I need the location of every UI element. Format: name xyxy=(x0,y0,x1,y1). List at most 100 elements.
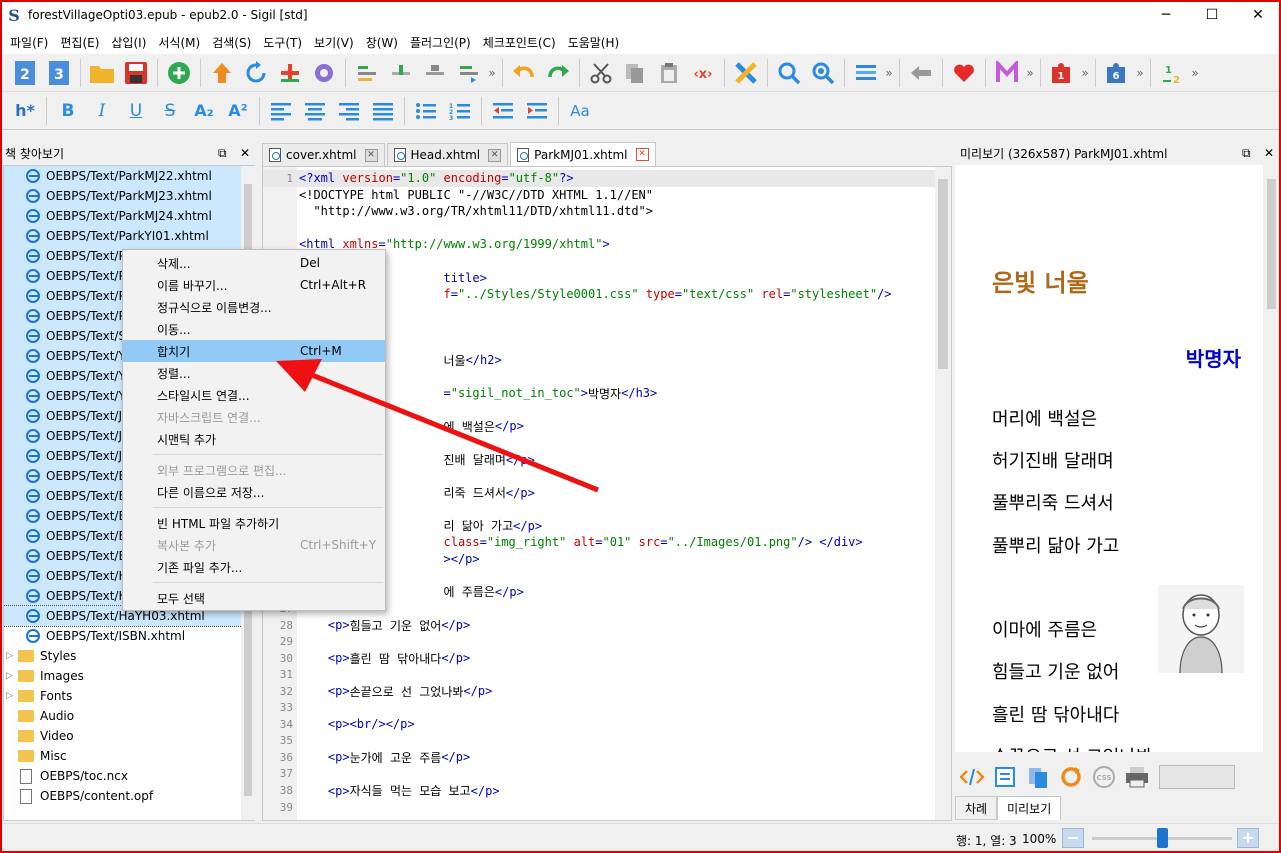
context-menu-item[interactable]: 합치기 Ctrl+M xyxy=(123,340,385,362)
code-line[interactable]: 33 xyxy=(263,700,935,717)
tab-close-icon[interactable]: ✕ xyxy=(635,148,649,161)
file-row-toc[interactable]: OEBPS/toc.ncx xyxy=(4,766,254,786)
align-right-icon[interactable] xyxy=(333,95,365,127)
preview-pane[interactable]: 은빛 너울 박명자 머리에 백설은 허기진배 달래며 풀뿌리죽 드셔서 풀뿌리 … xyxy=(955,165,1263,752)
folder-row-styles[interactable]: ▷ Styles xyxy=(4,646,254,666)
menu-plugins[interactable]: 플러그인(P) xyxy=(404,34,477,51)
align-left-icon[interactable] xyxy=(265,95,297,127)
toolbar-more-indicator-6[interactable]: » xyxy=(1189,66,1201,80)
search-heart-icon[interactable] xyxy=(807,57,839,89)
indent-icon[interactable] xyxy=(521,95,553,127)
tab-cover[interactable]: cover.xhtml ✕ xyxy=(262,143,385,166)
code-line[interactable]: <!DOCTYPE html PUBLIC "-//W3C//DTD XHTML… xyxy=(263,187,935,204)
font-case-button[interactable]: Aa xyxy=(564,95,596,127)
code-line[interactable]: 29 xyxy=(263,633,935,650)
merge-icon[interactable] xyxy=(453,57,485,89)
preview-scrollbar-thumb[interactable] xyxy=(1267,179,1276,309)
outdent-icon[interactable] xyxy=(487,95,519,127)
file-row[interactable]: OEBPS/Text/ParkMJ24.xhtml xyxy=(4,206,254,226)
file-row[interactable]: OEBPS/Text/ParkMJ23.xhtml xyxy=(4,186,254,206)
code-tag-icon[interactable]: ‹x› xyxy=(687,57,719,89)
toolbar-more-indicator[interactable]: » xyxy=(486,66,498,80)
book-browser-float-button[interactable]: ⧉ xyxy=(218,146,227,161)
preview-scrollbar[interactable] xyxy=(1264,165,1279,752)
code-line[interactable]: 30 <p> 흘린 땀 닦아내다 </p> xyxy=(263,650,935,667)
folder-row-fonts[interactable]: ▷ Fonts xyxy=(4,686,254,706)
code-line[interactable]: 35 xyxy=(263,733,935,750)
book-browser-close-button[interactable]: ✕ xyxy=(240,146,250,160)
menu-window[interactable]: 창(W) xyxy=(360,34,404,51)
tab-head[interactable]: Head.xhtml ✕ xyxy=(386,143,509,166)
code-line[interactable]: 37 xyxy=(263,766,935,783)
superscript-button[interactable]: A² xyxy=(222,95,254,127)
expand-chevron-icon[interactable]: ▷ xyxy=(6,691,14,701)
preview-zoom-box[interactable] xyxy=(1159,765,1235,789)
context-menu-item[interactable]: 다른 이름으로 저장... xyxy=(123,481,385,503)
reload-icon[interactable] xyxy=(1054,762,1087,792)
code-line[interactable]: 36 <p> 눈가에 고운 주름 </p> xyxy=(263,749,935,766)
code-line[interactable]: 31 xyxy=(263,666,935,683)
folder-row-audio[interactable]: Audio xyxy=(4,706,254,726)
folder-row-images[interactable]: ▷ Images xyxy=(4,666,254,686)
cut-icon[interactable] xyxy=(585,57,617,89)
code-line[interactable]: 34 <p><br/></p> xyxy=(263,716,935,733)
copy-page-icon[interactable] xyxy=(1021,762,1054,792)
bold-button[interactable]: B xyxy=(52,95,84,127)
numbered-list-icon[interactable]: 123 xyxy=(444,95,476,127)
context-menu-item[interactable]: 빈 HTML 파일 추가하기 xyxy=(123,512,385,534)
expand-chevron-icon[interactable]: ▷ xyxy=(6,651,14,661)
back-arrow-icon[interactable] xyxy=(905,57,937,89)
insert-break-icon[interactable] xyxy=(419,57,451,89)
zoom-out-button[interactable]: − xyxy=(1062,828,1084,848)
align-center-icon[interactable] xyxy=(299,95,331,127)
plugin-red-icon[interactable]: 1 xyxy=(1046,57,1078,89)
tab-close-icon[interactable]: ✕ xyxy=(364,148,378,162)
underline-button[interactable]: U xyxy=(120,95,152,127)
code-line[interactable]: 32 <p> 손끝으로 선 그었나봐 </p> xyxy=(263,683,935,700)
search-icon[interactable] xyxy=(773,57,805,89)
validate-x-icon[interactable] xyxy=(730,57,762,89)
context-menu-item[interactable]: 정규식으로 이름변경... xyxy=(123,296,385,318)
menu-file[interactable]: 파일(F) xyxy=(4,34,54,51)
tab-close-icon[interactable]: ✕ xyxy=(488,148,502,162)
heading-button[interactable]: h* xyxy=(9,95,41,127)
heart-icon[interactable] xyxy=(948,57,980,89)
folder-row-misc[interactable]: Misc xyxy=(4,746,254,766)
tab-parkmj01[interactable]: ParkMJ01.xhtml ✕ xyxy=(510,142,656,166)
bullet-list-icon[interactable] xyxy=(410,95,442,127)
minimize-button[interactable]: ─ xyxy=(1143,0,1189,30)
context-menu-item[interactable]: 스타일시트 연결... xyxy=(123,384,385,406)
epub2-icon[interactable]: 2 xyxy=(9,57,41,89)
plugin-green-icon[interactable]: 12 xyxy=(1156,57,1188,89)
file-row[interactable]: OEBPS/Text/ISBN.xhtml xyxy=(4,626,254,646)
menu-format[interactable]: 서식(M) xyxy=(152,34,206,51)
editor-scrollbar-thumb[interactable] xyxy=(938,179,948,369)
paste-icon[interactable] xyxy=(653,57,685,89)
zoom-slider-track[interactable] xyxy=(1092,828,1232,848)
refresh-icon[interactable] xyxy=(240,57,272,89)
preview-float-button[interactable]: ⧉ xyxy=(1242,146,1251,161)
epub3-icon[interactable]: 3 xyxy=(43,57,75,89)
print-icon[interactable] xyxy=(1120,762,1153,792)
preview-close-button[interactable]: ✕ xyxy=(1264,146,1274,160)
code-line[interactable]: 38 <p> 자식들 먹는 모습 보고 </p> xyxy=(263,782,935,799)
toc-icon[interactable] xyxy=(850,57,882,89)
open-folder-icon[interactable] xyxy=(86,57,118,89)
toolbar-more-indicator-5[interactable]: » xyxy=(1134,66,1146,80)
context-menu-item[interactable]: 이름 바꾸기... Ctrl+Alt+R xyxy=(123,274,385,296)
align-justify-icon[interactable] xyxy=(367,95,399,127)
menu-checkpoints[interactable]: 체크포인트(C) xyxy=(477,34,562,51)
expand-chevron-icon[interactable]: ▷ xyxy=(6,671,14,681)
add-icon[interactable] xyxy=(163,57,195,89)
menu-view[interactable]: 보기(V) xyxy=(308,34,360,51)
subscript-button[interactable]: A₂ xyxy=(188,95,220,127)
editor-scrollbar[interactable] xyxy=(935,167,951,820)
css-icon[interactable]: CSS xyxy=(1087,762,1120,792)
split-marker-icon[interactable] xyxy=(351,57,383,89)
file-row-opf[interactable]: OEBPS/content.opf xyxy=(4,786,254,806)
menu-edit[interactable]: 편집(E) xyxy=(54,34,105,51)
toolbar-more-indicator-3[interactable]: » xyxy=(1024,66,1036,80)
zoom-in-button[interactable]: + xyxy=(1237,828,1259,848)
inspect-icon[interactable] xyxy=(988,762,1021,792)
menu-search[interactable]: 검색(S) xyxy=(206,34,257,51)
